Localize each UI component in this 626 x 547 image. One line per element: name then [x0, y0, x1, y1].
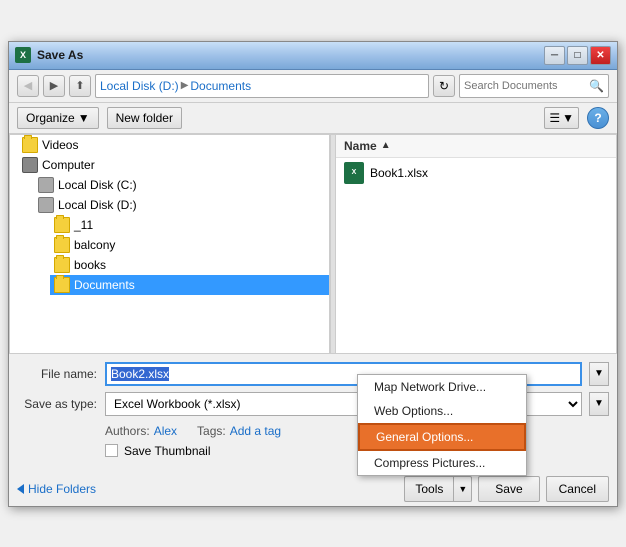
authors-label: Authors: — [105, 424, 150, 438]
title-bar: X Save As ─ □ ✕ — [9, 42, 617, 70]
view-arrow-icon: ▼ — [562, 111, 574, 125]
organize-label: Organize — [26, 111, 75, 125]
tree-item-drive-c[interactable]: Local Disk (C:) — [34, 175, 329, 195]
address-toolbar: ◀ ▶ ⬆ Local Disk (D:) ▶ Documents ↻ 🔍 — [9, 70, 617, 103]
filename-dropdown-arrow[interactable]: ▼ — [589, 362, 609, 386]
app-icon: X — [15, 47, 31, 63]
tools-dropdown-menu: Map Network Drive... Web Options... Gene… — [357, 374, 527, 476]
drive-icon — [38, 177, 54, 193]
organize-arrow-icon: ▼ — [78, 111, 90, 125]
search-icon: 🔍 — [589, 79, 604, 93]
tools-button-group: Tools ▼ — [404, 476, 472, 502]
tree-item-label: books — [74, 258, 106, 272]
filename-label: File name: — [17, 367, 97, 381]
file-name: Book1.xlsx — [370, 166, 428, 180]
main-area: Videos Computer Local Disk (C:) Local Di… — [9, 134, 617, 354]
path-documents[interactable]: Documents — [190, 79, 251, 93]
tree-item-drive-d[interactable]: Local Disk (D:) — [34, 195, 329, 215]
name-column-header: Name — [344, 139, 377, 153]
tags-item: Tags: Add a tag — [197, 424, 281, 438]
organize-button[interactable]: Organize ▼ — [17, 107, 99, 129]
tree-item-videos[interactable]: Videos — [18, 135, 329, 155]
tree-item-computer[interactable]: Computer — [18, 155, 329, 175]
search-box: 🔍 — [459, 74, 609, 98]
save-button[interactable]: Save — [478, 476, 539, 502]
folder-icon — [54, 277, 70, 293]
second-toolbar: Organize ▼ New folder ☰ ▼ ? — [9, 103, 617, 134]
dialog-title: Save As — [37, 48, 544, 62]
close-button[interactable]: ✕ — [590, 46, 611, 65]
tree-item-documents[interactable]: Documents — [50, 275, 329, 295]
hide-folders-button[interactable]: Hide Folders — [17, 482, 96, 496]
minimize-button[interactable]: ─ — [544, 46, 565, 65]
computer-icon — [22, 157, 38, 173]
tree-item-label: Computer — [42, 158, 95, 172]
view-icon: ☰ — [549, 111, 560, 125]
maximize-button[interactable]: □ — [567, 46, 588, 65]
menu-item-map-network-drive[interactable]: Map Network Drive... — [358, 375, 526, 399]
file-list-header[interactable]: Name ▲ — [336, 135, 616, 158]
tags-value[interactable]: Add a tag — [230, 424, 281, 438]
view-button[interactable]: ☰ ▼ — [544, 107, 579, 129]
back-button[interactable]: ◀ — [17, 75, 39, 97]
folder-tree: Videos Computer Local Disk (C:) Local Di… — [10, 135, 330, 353]
file-list: Name ▲ X Book1.xlsx — [336, 135, 616, 353]
save-as-dialog: X Save As ─ □ ✕ ◀ ▶ ⬆ Local Disk (D:) ▶ … — [8, 41, 618, 507]
tools-dropdown-arrow[interactable]: ▼ — [453, 476, 472, 502]
tree-item-balcony[interactable]: balcony — [50, 235, 329, 255]
menu-item-web-options[interactable]: Web Options... — [358, 399, 526, 423]
savetype-dropdown-arrow[interactable]: ▼ — [589, 392, 609, 416]
help-button[interactable]: ? — [587, 107, 609, 129]
tree-item-label: Local Disk (D:) — [58, 198, 137, 212]
search-input[interactable] — [464, 80, 589, 92]
window-controls: ─ □ ✕ — [544, 46, 611, 65]
hide-folders-label: Hide Folders — [28, 482, 96, 496]
tree-item-label: balcony — [74, 238, 115, 252]
drive-icon — [38, 197, 54, 213]
action-buttons: Tools ▼ Save Cancel Map Network Drive...… — [404, 476, 609, 502]
menu-item-compress-pictures[interactable]: Compress Pictures... — [358, 451, 526, 475]
folder-icon — [54, 217, 70, 233]
tree-item-label: Local Disk (C:) — [58, 178, 137, 192]
xlsx-icon: X — [344, 162, 364, 184]
tools-button[interactable]: Tools — [404, 476, 453, 502]
tree-item-label: Videos — [42, 138, 78, 152]
cancel-button[interactable]: Cancel — [546, 476, 609, 502]
tags-label: Tags: — [197, 424, 226, 438]
tree-item-label: _11 — [74, 218, 93, 232]
thumbnail-checkbox[interactable] — [105, 444, 118, 457]
forward-button[interactable]: ▶ — [43, 75, 65, 97]
menu-item-general-options[interactable]: General Options... — [358, 423, 526, 451]
folder-icon — [54, 257, 70, 273]
path-separator: ▶ — [181, 80, 189, 91]
address-path: Local Disk (D:) ▶ Documents — [100, 79, 251, 93]
authors-value[interactable]: Alex — [154, 424, 177, 438]
new-folder-button[interactable]: New folder — [107, 107, 182, 129]
authors-item: Authors: Alex — [105, 424, 177, 438]
folder-icon — [22, 137, 38, 153]
bottom-buttons-row: Hide Folders Tools ▼ Save Cancel Map Net… — [9, 470, 617, 506]
folder-icon — [54, 237, 70, 253]
hide-folders-arrow-icon — [17, 484, 24, 494]
savetype-label: Save as type: — [17, 397, 97, 411]
address-bar[interactable]: Local Disk (D:) ▶ Documents — [95, 74, 429, 98]
path-localdisk[interactable]: Local Disk (D:) — [100, 79, 179, 93]
file-item-book1[interactable]: X Book1.xlsx — [336, 158, 616, 188]
tree-item-books[interactable]: books — [50, 255, 329, 275]
thumbnail-label: Save Thumbnail — [124, 444, 211, 458]
up-button[interactable]: ⬆ — [69, 75, 91, 97]
sort-arrow-icon: ▲ — [381, 140, 391, 151]
tree-item-label: Documents — [74, 278, 135, 292]
refresh-button[interactable]: ↻ — [433, 75, 455, 97]
tree-item-11[interactable]: _11 — [50, 215, 329, 235]
